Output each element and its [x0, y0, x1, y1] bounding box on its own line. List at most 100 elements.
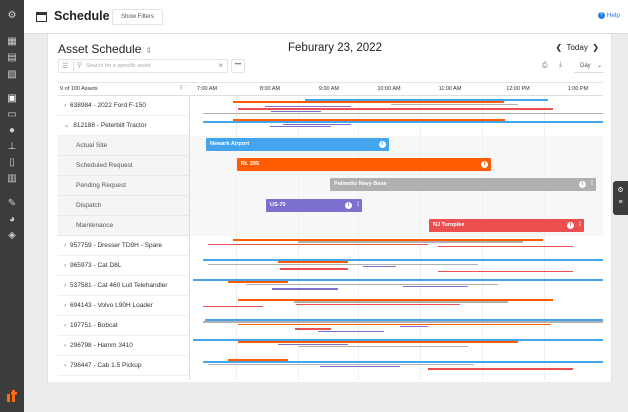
- location-icon[interactable]: ●: [6, 126, 18, 136]
- event-label: US-70: [270, 202, 286, 208]
- info-icon[interactable]: i: [345, 202, 352, 209]
- card-title-text: Asset Schedule: [58, 42, 142, 56]
- clear-search-icon[interactable]: ×: [218, 61, 223, 70]
- report-icon[interactable]: ▥: [6, 174, 18, 184]
- asset-row[interactable]: › 197751 - Bobcat: [58, 316, 189, 336]
- sort-icon[interactable]: ⇕: [145, 46, 152, 55]
- chevron-right-icon: ›: [64, 302, 67, 309]
- summary-line: [438, 245, 573, 248]
- summary-line: [272, 288, 338, 290]
- event-bar-scheduled[interactable]: Rt. 295 i: [237, 158, 491, 171]
- next-day-button[interactable]: ❯: [592, 43, 599, 52]
- pie-icon[interactable]: ◕: [6, 215, 18, 225]
- asset-label: 638984 - 2022 Ford F-150: [69, 102, 146, 109]
- asset-row[interactable]: ⌄ 812188 - Peterbilt Tractor: [58, 116, 189, 136]
- grid-line: [482, 96, 483, 380]
- wrench-icon[interactable]: ✎: [6, 199, 18, 209]
- shield-icon[interactable]: ◈: [6, 231, 18, 241]
- help-label: Help: [606, 12, 620, 20]
- asset-label: 694143 - Volvo L90H Loader: [69, 302, 153, 309]
- asset-label: 537581 - Cat 460 Lull Telehandler: [69, 282, 168, 289]
- event-label: Newark Airport: [210, 141, 250, 147]
- chevron-right-icon: ›: [64, 282, 67, 289]
- summary-line: [280, 268, 348, 270]
- more-options-button[interactable]: •••: [231, 59, 245, 73]
- event-bar-pending[interactable]: Palmetto Navy Base i ⁞: [330, 178, 596, 191]
- grid-line: [420, 96, 421, 380]
- chevron-down-icon: ⌄: [596, 63, 602, 69]
- summary-line: [296, 303, 460, 306]
- calendar-icon: [36, 12, 47, 22]
- map-icon[interactable]: ▯: [6, 158, 18, 168]
- gear-icon: ⚙: [617, 187, 624, 194]
- asset-row[interactable]: › 694143 - Volvo L90H Loader: [58, 296, 189, 316]
- view-select-value: Day: [580, 63, 591, 69]
- grid-line: [544, 96, 545, 380]
- event-bar-actual[interactable]: Newark Airport i: [206, 138, 389, 151]
- download-icon[interactable]: ⤓: [559, 61, 562, 69]
- monitor-icon[interactable]: ▭: [6, 110, 18, 120]
- help-link[interactable]: ? Help: [597, 12, 620, 20]
- drag-handle-icon[interactable]: ⁞: [357, 199, 359, 212]
- side-panel-tab[interactable]: ⚙ ≡: [613, 181, 628, 215]
- info-icon[interactable]: i: [567, 222, 574, 229]
- asset-row[interactable]: › 965973 - Cat D8L: [58, 256, 189, 276]
- sub-row: Maintenance: [58, 216, 189, 236]
- sub-row: Pending Request: [58, 176, 189, 196]
- asset-count: 9 of 100 Assets: [60, 86, 98, 92]
- time-tick: 9:00 AM: [318, 86, 340, 92]
- filter-icon[interactable]: ☰: [62, 62, 68, 70]
- today-button[interactable]: Today: [566, 43, 587, 52]
- summary-line: [298, 345, 468, 348]
- search-input[interactable]: Search for a specific asset: [86, 63, 151, 69]
- asset-search: ☰ ⚲ Search for a specific asset ×: [58, 59, 228, 73]
- show-filters-button[interactable]: Show Filters: [112, 9, 164, 25]
- prev-day-button[interactable]: ❮: [555, 43, 562, 52]
- search-divider: [73, 62, 74, 71]
- summary-line: [391, 103, 518, 106]
- asset-label: 798447 - Cab 1.5 Pickup: [69, 362, 142, 369]
- document-icon[interactable]: ▧: [6, 70, 18, 80]
- asset-label: 812188 - Peterbilt Tractor: [73, 122, 147, 129]
- asset-row[interactable]: › 638984 - 2022 Ford F-150: [58, 96, 189, 116]
- drag-handle-icon[interactable]: ⁞: [579, 219, 581, 232]
- info-icon[interactable]: i: [379, 141, 386, 148]
- time-tick: 12:00 PM: [506, 86, 530, 92]
- date-navigation: ❮ Today ❯: [555, 43, 599, 52]
- expand-collapse-icon[interactable]: ⇕ ⁝: [179, 85, 187, 91]
- summary-line: [400, 325, 428, 328]
- summary-line: [238, 323, 551, 326]
- event-bar-dispatch[interactable]: US-70 i ⁞: [266, 199, 362, 212]
- asset-label: 957759 - Dresser TD9H - Spare: [69, 242, 162, 249]
- time-tick: 10:00 AM: [377, 86, 401, 92]
- print-icon[interactable]: ⎙: [542, 62, 548, 70]
- info-icon[interactable]: i: [579, 181, 586, 188]
- summary-line: [438, 270, 573, 273]
- card-title: Asset Schedule ⇕: [58, 42, 152, 56]
- summary-line: [203, 259, 603, 261]
- event-label: NJ Turnpike: [433, 222, 465, 228]
- info-icon[interactable]: i: [481, 161, 488, 168]
- sub-row: Scheduled Request: [58, 156, 189, 176]
- event-label: Rt. 295: [241, 161, 260, 167]
- asset-label: 296798 - Hamm 3410: [69, 342, 133, 349]
- asset-schedule-card: Asset Schedule ⇕ Feburary 23, 2022 ❮ Toda…: [47, 34, 612, 382]
- summary-line: [208, 243, 428, 246]
- asset-row[interactable]: › 537581 - Cat 460 Lull Telehandler: [58, 276, 189, 296]
- summary-line: [270, 125, 331, 128]
- event-bar-maintenance[interactable]: NJ Turnpike i ⁞: [429, 219, 584, 232]
- settings-icon[interactable]: ⚙: [6, 11, 18, 21]
- view-select[interactable]: Day ⌄: [574, 59, 604, 73]
- chat-icon[interactable]: ▤: [6, 53, 18, 63]
- summary-line: [428, 368, 573, 370]
- page-title: Schedule: [54, 9, 110, 23]
- asset-row[interactable]: › 798447 - Cab 1.5 Pickup: [58, 356, 189, 376]
- asset-label: 197751 - Bobcat: [69, 322, 118, 329]
- drag-handle-icon[interactable]: ⁞: [591, 178, 593, 191]
- time-tick: 1:00 PM: [567, 86, 589, 92]
- asset-row[interactable]: › 296798 - Hamm 3410: [58, 336, 189, 356]
- asset-row[interactable]: › 957759 - Dresser TD9H - Spare: [58, 236, 189, 256]
- grid-icon[interactable]: ▦: [6, 37, 18, 47]
- org-icon[interactable]: ⊥: [6, 142, 18, 152]
- schedule-icon[interactable]: ▣: [6, 94, 18, 104]
